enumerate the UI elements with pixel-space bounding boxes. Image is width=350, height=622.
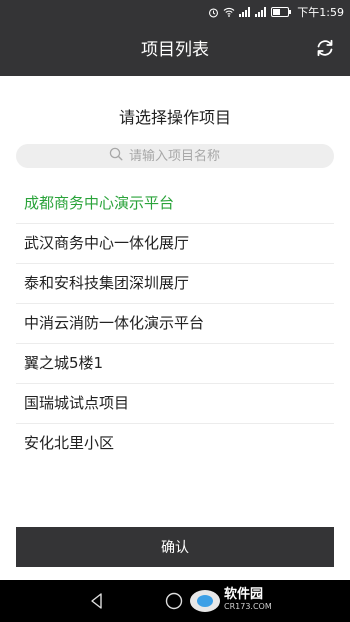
project-item-5[interactable]: 国瑞城试点项目 (16, 384, 334, 424)
confirm-button[interactable]: 确认 (16, 527, 334, 567)
project-item-0[interactable]: 成都商务中心演示平台 (16, 184, 334, 224)
project-list: 成都商务中心演示平台 武汉商务中心一体化展厅 泰和安科技集团深圳展厅 中消云消防… (16, 184, 334, 463)
watermark-url: CR173.COM (224, 602, 272, 611)
search-icon (109, 147, 123, 165)
home-icon[interactable] (164, 591, 184, 615)
app-bar: 项目列表 (0, 24, 350, 76)
refresh-icon (314, 37, 336, 63)
back-icon[interactable] (88, 592, 106, 614)
wifi-icon (223, 7, 235, 17)
status-icons: 下午1:59 (208, 4, 344, 20)
search-input[interactable] (129, 148, 241, 164)
status-bar: 下午1:59 (0, 0, 350, 24)
watermark-logo (190, 590, 220, 612)
watermark: 软件园 CR173.COM (190, 586, 272, 616)
watermark-name: 软件园 (224, 587, 264, 602)
signal-icon (239, 7, 251, 17)
search-box[interactable] (16, 144, 334, 168)
watermark-text: 软件园 CR173.COM (224, 587, 272, 613)
signal-icon-2 (255, 7, 267, 17)
battery-icon (271, 7, 292, 17)
project-item-3[interactable]: 中消云消防一体化演示平台 (16, 304, 334, 344)
select-project-prompt: 请选择操作项目 (118, 108, 231, 127)
page-title: 项目列表 (141, 40, 209, 60)
alarm-icon (208, 7, 219, 18)
project-item-4[interactable]: 翼之城5楼1 (16, 344, 334, 384)
refresh-button[interactable] (312, 37, 338, 63)
project-item-1[interactable]: 武汉商务中心一体化展厅 (16, 224, 334, 264)
system-nav-bar (0, 580, 350, 622)
project-item-2[interactable]: 泰和安科技集团深圳展厅 (16, 264, 334, 304)
status-time: 下午1:59 (297, 6, 344, 19)
project-item-6[interactable]: 安化北里小区 (16, 424, 334, 463)
